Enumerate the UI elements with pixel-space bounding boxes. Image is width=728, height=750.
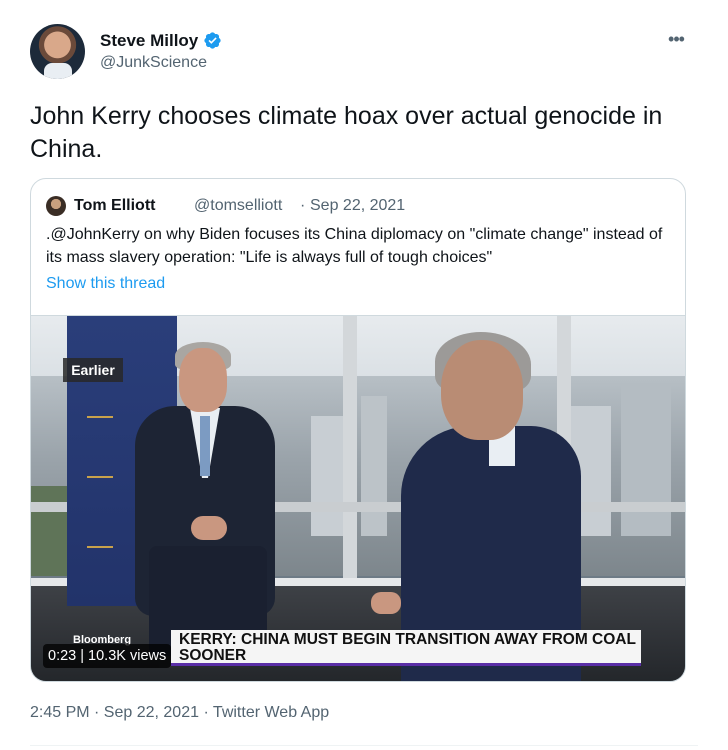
news-chyron: KERRY: CHINA MUST BEGIN TRANSITION AWAY … bbox=[171, 630, 641, 666]
quoted-text: .@JohnKerry on why Biden focuses its Chi… bbox=[46, 226, 663, 266]
chyron-text: KERRY: CHINA MUST BEGIN TRANSITION AWAY … bbox=[179, 631, 636, 664]
tweet: Steve Milloy @JunkScience ••• John Kerry… bbox=[0, 0, 728, 750]
quoted-author-name: Tom Elliott bbox=[74, 197, 156, 214]
more-horizontal-icon[interactable]: ••• bbox=[665, 30, 687, 48]
show-thread-link[interactable]: Show this thread bbox=[46, 275, 165, 293]
author-avatar[interactable] bbox=[30, 24, 85, 79]
tweet-timestamp[interactable]: 2:45 PM · Sep 22, 2021 · Twitter Web App bbox=[30, 704, 329, 722]
separator-dot: · bbox=[300, 197, 306, 214]
author-name[interactable]: Steve Milloy bbox=[100, 31, 198, 51]
tweet-text: John Kerry chooses climate hoax over act… bbox=[30, 102, 663, 163]
quoted-tweet[interactable]: Tom Elliott @tomselliott · Sep 22, 2021 … bbox=[30, 178, 686, 682]
quoted-date: Sep 22, 2021 bbox=[310, 197, 406, 214]
video-duration-views: 0:23 | 10.3K views bbox=[43, 644, 172, 668]
video-player[interactable]: Earlier KERRY: CHINA MUST BEGIN TRANSITI… bbox=[31, 315, 685, 681]
divider bbox=[30, 745, 698, 746]
earlier-badge: Earlier bbox=[63, 358, 123, 382]
quoted-author-handle: @tomselliott bbox=[194, 197, 283, 214]
quoted-author-avatar bbox=[46, 196, 66, 216]
verified-badge-icon bbox=[204, 32, 221, 49]
author-handle[interactable]: @JunkScience bbox=[100, 54, 207, 72]
